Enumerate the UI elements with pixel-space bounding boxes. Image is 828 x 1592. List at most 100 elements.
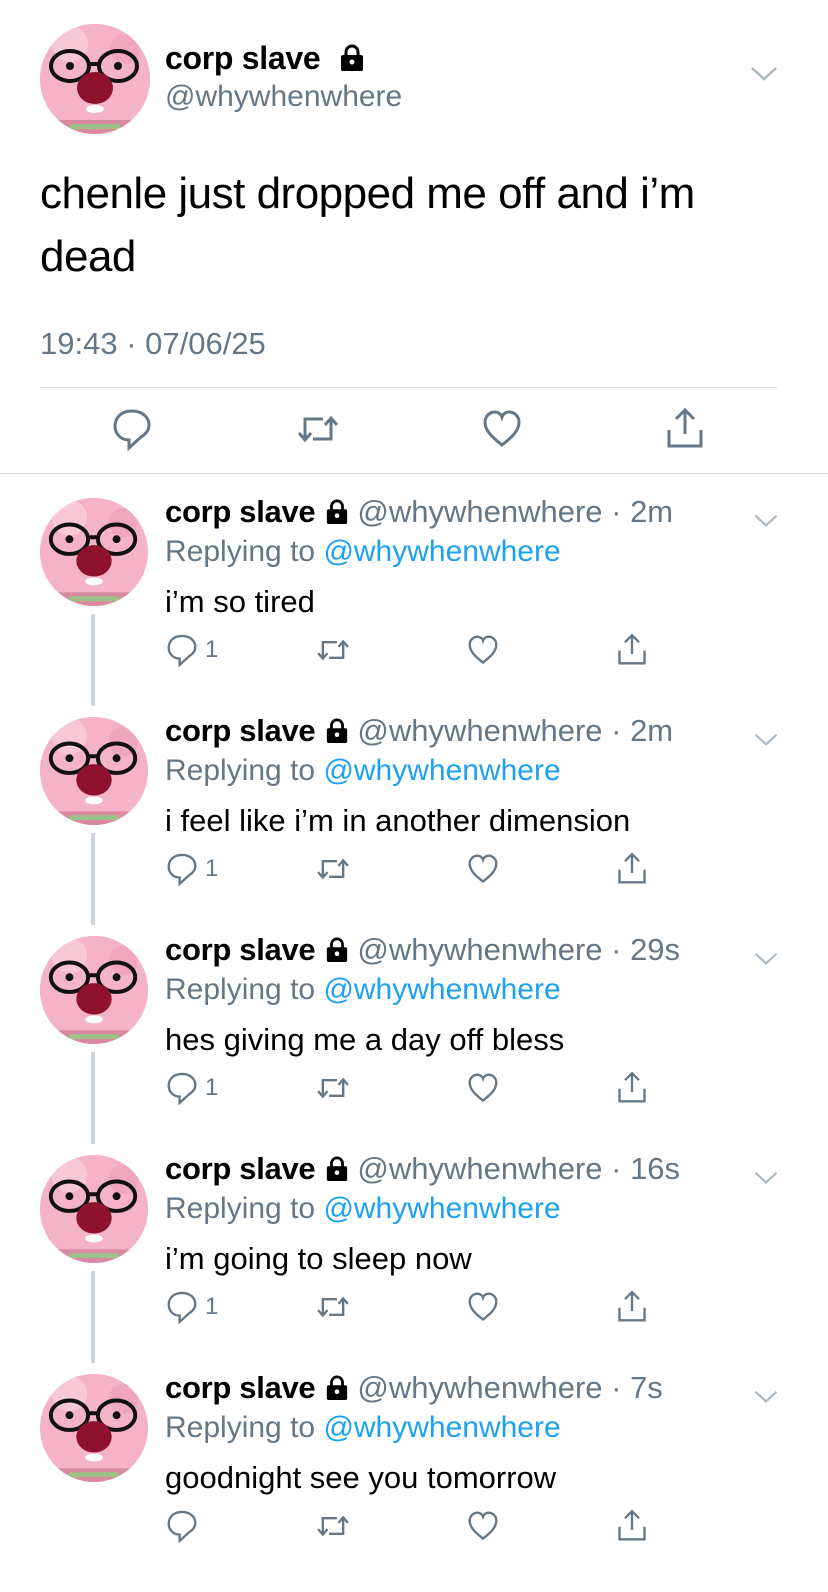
chevron-down-icon[interactable] (748, 64, 780, 84)
replying-to: Replying to @whywhenwhere (165, 1411, 561, 1445)
retweet-button[interactable] (314, 1508, 352, 1544)
reply-button[interactable]: 1 (165, 1070, 218, 1106)
tweet-actions (0, 1508, 828, 1548)
display-name[interactable]: corp slave (165, 494, 316, 529)
tweet-actions: 1 (0, 1070, 828, 1110)
reply-icon (167, 1291, 197, 1325)
reply-tweet[interactable]: corp slave @whywhenwhere · 2m Replying t… (0, 474, 828, 706)
display-name[interactable]: corp slave (165, 1151, 316, 1186)
replying-to-label: Replying to (165, 535, 324, 568)
reply-button[interactable]: 1 (165, 1289, 218, 1325)
lock-icon (327, 718, 348, 743)
reply-count: 1 (205, 855, 219, 882)
mention-link[interactable]: @whywhenwhere (323, 973, 560, 1006)
mention-link[interactable]: @whywhenwhere (323, 754, 560, 787)
like-icon (468, 1292, 498, 1322)
lock-icon (327, 1156, 348, 1181)
like-button[interactable] (466, 632, 500, 668)
chevron-down-icon[interactable] (752, 950, 780, 968)
retweet-icon (317, 858, 349, 880)
share-button[interactable] (615, 632, 649, 668)
share-button[interactable] (615, 1508, 649, 1544)
like-button[interactable] (466, 1508, 500, 1544)
reply-tweet[interactable]: corp slave @whywhenwhere · 29s Replying … (0, 912, 828, 1144)
mention-link[interactable]: @whywhenwhere (323, 535, 560, 568)
reply-text: goodnight see you tomorrow (165, 1460, 557, 1495)
reply-count: 1 (205, 1293, 219, 1320)
reply-tweet[interactable]: corp slave @whywhenwhere · 7s Replying t… (0, 1350, 828, 1569)
replying-to-label: Replying to (165, 1411, 324, 1444)
like-button[interactable] (482, 406, 522, 457)
reply-button[interactable] (165, 1508, 205, 1544)
lock-icon (327, 499, 348, 524)
replying-to-label: Replying to (165, 973, 324, 1006)
retweet-button[interactable] (314, 1070, 352, 1106)
chevron-down-icon[interactable] (752, 512, 780, 530)
avatar[interactable] (40, 498, 148, 606)
handle-and-time[interactable]: @whywhenwhere · 16s (357, 1151, 680, 1186)
share-button[interactable] (665, 406, 705, 457)
like-icon (468, 854, 498, 884)
share-button[interactable] (615, 1289, 649, 1325)
reply-header: corp slave @whywhenwhere · 7s (165, 1370, 663, 1406)
retweet-button[interactable] (314, 1289, 352, 1325)
replying-to: Replying to @whywhenwhere (165, 973, 561, 1007)
lock-icon (340, 44, 363, 71)
share-icon (618, 633, 646, 665)
handle-and-time[interactable]: @whywhenwhere · 2m (357, 494, 673, 529)
avatar[interactable] (40, 1155, 148, 1263)
reply-text: hes giving me a day off bless (165, 1022, 565, 1057)
avatar[interactable] (40, 936, 148, 1044)
avatar[interactable] (40, 717, 148, 825)
tweet-text: chenle just dropped me off and i’m dead (40, 169, 695, 281)
lock-icon (327, 1375, 348, 1400)
share-icon (618, 1290, 646, 1322)
like-icon (468, 1073, 498, 1103)
display-name-text: corp slave (165, 40, 321, 76)
reply-button[interactable]: 1 (165, 851, 218, 887)
handle[interactable]: @whywhenwhere (165, 80, 402, 114)
like-button[interactable] (466, 1289, 500, 1325)
retweet-icon (317, 1515, 349, 1537)
chevron-down-icon[interactable] (752, 731, 780, 749)
reply-button[interactable] (112, 406, 152, 457)
handle-and-time[interactable]: @whywhenwhere · 2m (357, 713, 673, 748)
divider (40, 387, 777, 388)
tweet-actions: 1 (0, 632, 828, 672)
like-button[interactable] (466, 851, 500, 887)
chevron-down-icon[interactable] (752, 1169, 780, 1187)
retweet-icon (317, 1077, 349, 1099)
reply-header: corp slave @whywhenwhere · 16s (165, 1151, 680, 1187)
like-button[interactable] (466, 1070, 500, 1106)
display-name[interactable]: corp slave (165, 40, 365, 77)
reply-header: corp slave @whywhenwhere · 2m (165, 494, 673, 530)
handle-and-time[interactable]: @whywhenwhere · 7s (357, 1370, 662, 1405)
handle-and-time[interactable]: @whywhenwhere · 29s (357, 932, 680, 967)
reply-button[interactable]: 1 (165, 632, 218, 668)
retweet-button[interactable] (314, 632, 352, 668)
chevron-down-icon[interactable] (752, 1388, 780, 1406)
share-icon (618, 852, 646, 884)
display-name[interactable]: corp slave (165, 713, 316, 748)
display-name[interactable]: corp slave (165, 932, 316, 967)
replying-to: Replying to @whywhenwhere (165, 754, 561, 788)
lock-icon (327, 937, 348, 962)
avatar[interactable] (40, 24, 150, 134)
display-name[interactable]: corp slave (165, 1370, 316, 1405)
reply-icon (167, 1510, 197, 1544)
mention-link[interactable]: @whywhenwhere (323, 1411, 560, 1444)
avatar[interactable] (40, 1374, 148, 1482)
share-button[interactable] (615, 1070, 649, 1106)
reply-tweet[interactable]: corp slave @whywhenwhere · 2m Replying t… (0, 693, 828, 925)
tweet-timestamp[interactable]: 19:43 · 07/06/25 (40, 326, 266, 362)
share-button[interactable] (615, 851, 649, 887)
reply-tweet[interactable]: corp slave @whywhenwhere · 16s Replying … (0, 1131, 828, 1363)
reply-icon (167, 1072, 197, 1106)
retweet-button[interactable] (296, 406, 340, 457)
reply-text: i’m going to sleep now (165, 1241, 472, 1276)
replying-to-label: Replying to (165, 1192, 324, 1225)
retweet-button[interactable] (314, 851, 352, 887)
reply-icon (113, 409, 151, 452)
reply-icon (167, 634, 197, 668)
mention-link[interactable]: @whywhenwhere (323, 1192, 560, 1225)
